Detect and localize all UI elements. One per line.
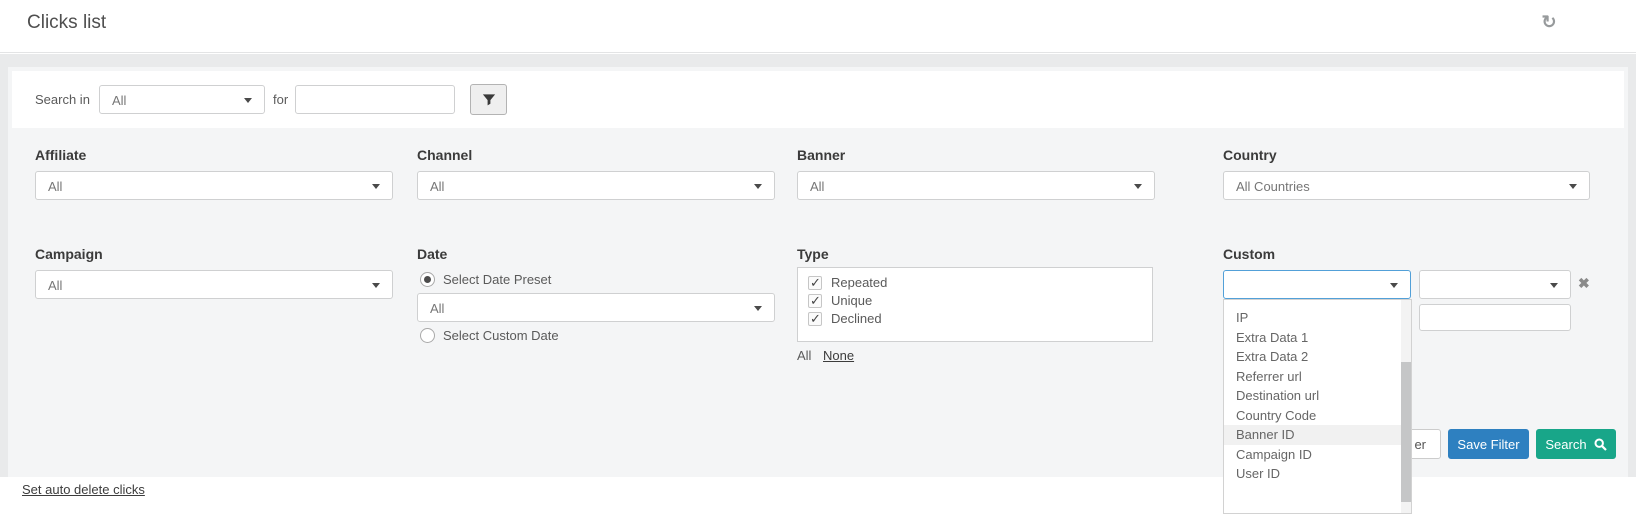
type-select-all-link[interactable]: All [797,348,811,363]
date-preset-select[interactable]: All [417,293,775,322]
custom-field-dropdown: IP Extra Data 1 Extra Data 2 Referrer ur… [1223,299,1412,514]
custom-label: Custom [1223,246,1276,262]
dropdown-option-extra-data-2[interactable]: Extra Data 2 [1224,347,1411,367]
country-select[interactable]: All Countries [1223,171,1590,200]
date-custom-radio-label: Select Custom Date [443,328,559,343]
dropdown-option-campaign-id[interactable]: Campaign ID [1224,445,1411,465]
chevron-down-icon [754,184,762,189]
date-label: Date [417,246,448,262]
country-select-value: All Countries [1236,179,1310,194]
type-select-none-link[interactable]: None [823,348,854,363]
type-declined-checkbox[interactable] [808,311,822,327]
search-button-label: Search [1545,436,1587,452]
dropdown-scrollbar-thumb[interactable] [1401,362,1411,502]
refresh-button[interactable] [1536,9,1562,35]
dropdown-option-banner-id[interactable]: Banner ID [1224,425,1411,445]
chevron-down-icon [244,98,252,103]
date-custom-radio[interactable] [420,328,435,343]
country-label: Country [1223,147,1277,163]
chevron-down-icon [1134,184,1142,189]
custom-value-input[interactable] [1419,304,1571,331]
type-repeated-label: Repeated [831,275,888,290]
search-field-select-value: All [112,93,127,108]
dropdown-option-referrer-url[interactable]: Referrer url [1224,367,1411,387]
type-unique-checkbox[interactable] [808,293,822,309]
chevron-down-icon [372,184,380,189]
dropdown-padding [1224,300,1411,308]
for-label: for [273,92,289,107]
magnifier-icon [1594,437,1607,451]
dropdown-option-destination-url[interactable]: Destination url [1224,386,1411,406]
chevron-down-icon [1569,184,1577,189]
chevron-down-icon [1390,283,1398,288]
dropdown-option-extra-data-1[interactable]: Extra Data 1 [1224,328,1411,348]
date-preset-radio-label: Select Date Preset [443,272,552,287]
channel-select-value: All [430,179,445,194]
type-label: Type [797,246,829,262]
channel-label: Channel [417,147,473,163]
dropdown-scrollbar-track[interactable] [1401,300,1411,513]
auto-delete-clicks-link[interactable]: Set auto delete clicks [22,482,145,497]
app-header: Clicks list [0,0,1636,53]
type-declined-label: Declined [831,311,882,326]
save-filter-button[interactable]: Save Filter [1448,429,1529,459]
funnel-icon [482,93,495,105]
refresh-icon [1541,16,1556,31]
remove-custom-filter-icon[interactable] [1578,275,1590,292]
date-preset-select-value: All [430,301,445,316]
chevron-down-icon [754,306,762,311]
chevron-down-icon [372,283,380,288]
date-preset-radio[interactable] [420,272,435,287]
banner-select[interactable]: All [797,171,1155,200]
dropdown-option-country-code[interactable]: Country Code [1224,406,1411,426]
dropdown-option-user-id[interactable]: User ID [1224,464,1411,484]
chevron-down-icon [1550,283,1558,288]
clicks-list-page: Clicks list Search in All for Affiliate … [0,0,1636,525]
dropdown-option-ip[interactable]: IP [1224,308,1411,328]
affiliate-select-value: All [48,179,63,194]
search-field-select[interactable]: All [99,85,265,114]
banner-label: Banner [797,147,846,163]
campaign-select[interactable]: All [35,270,393,299]
search-term-input[interactable] [295,85,455,114]
custom-field-select[interactable] [1223,270,1411,299]
type-repeated-checkbox[interactable] [808,275,822,291]
campaign-label: Campaign [35,246,103,262]
campaign-select-value: All [48,278,63,293]
affiliate-select[interactable]: All [35,171,393,200]
affiliate-label: Affiliate [35,147,87,163]
custom-operator-select[interactable] [1419,270,1571,299]
channel-select[interactable]: All [417,171,775,200]
banner-select-value: All [810,179,825,194]
page-title: Clicks list [27,12,107,33]
search-button[interactable]: Search [1536,429,1616,459]
filter-toggle-button[interactable] [470,84,507,115]
type-unique-label: Unique [831,293,873,308]
search-in-label: Search in [35,92,90,107]
